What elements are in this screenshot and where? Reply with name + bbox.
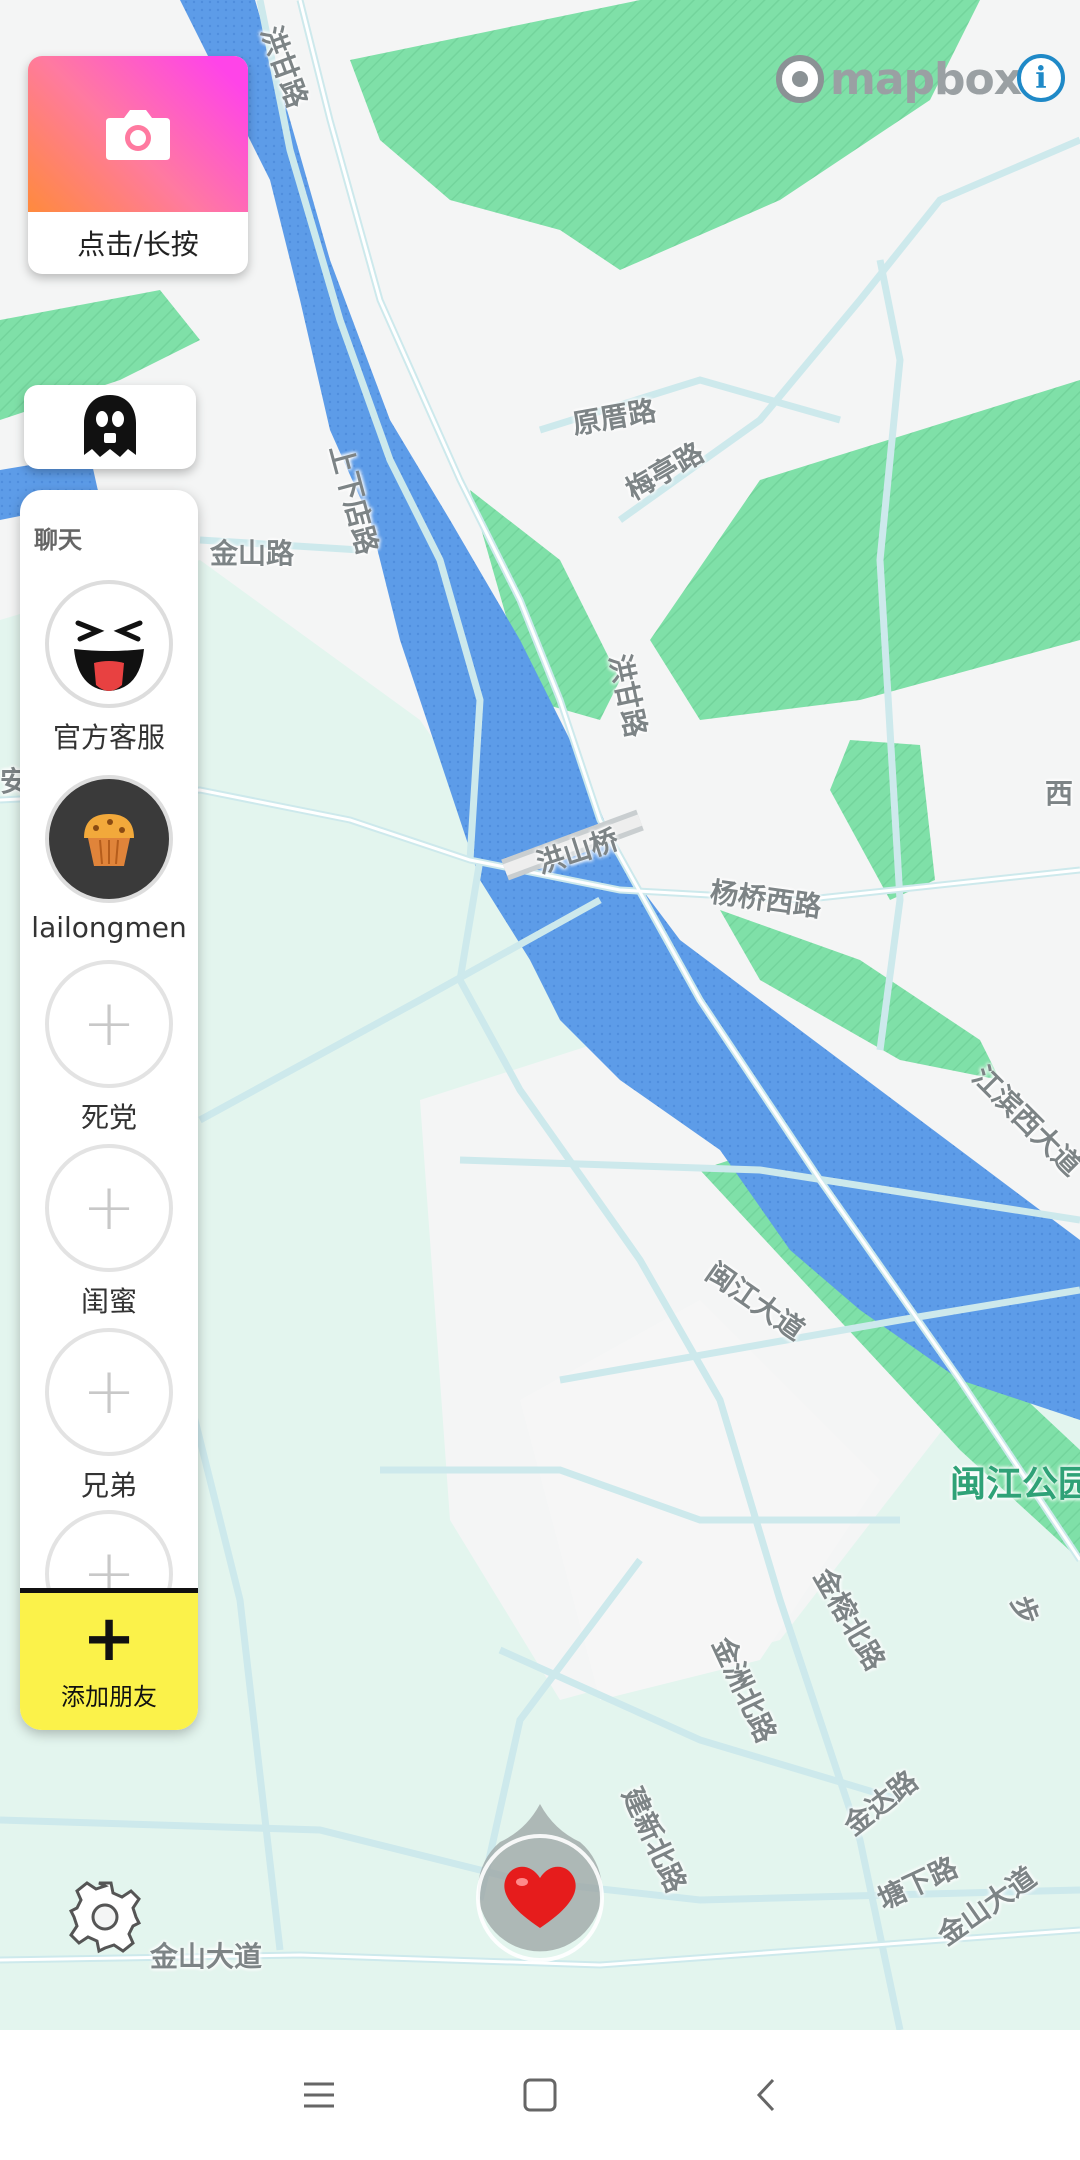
- friend-slot-best-friend[interactable]: + 死党: [20, 960, 198, 1136]
- friend-item-lailongmen[interactable]: lailongmen: [20, 775, 198, 944]
- map-label-jinshan: 金山路: [210, 537, 295, 570]
- camera-button[interactable]: 点击/长按: [28, 56, 248, 274]
- muffin-icon: [45, 775, 173, 903]
- info-icon[interactable]: i: [1017, 54, 1065, 102]
- friend-item-official-support[interactable]: 官方客服: [20, 580, 198, 756]
- heart-icon: [476, 1804, 604, 1962]
- home-icon[interactable]: [515, 2070, 565, 2120]
- ghost-button[interactable]: [24, 385, 196, 469]
- mapbox-attribution[interactable]: mapbox: [776, 50, 1022, 108]
- friend-slot-label: 死党: [80, 1101, 137, 1134]
- camera-gradient: [28, 56, 248, 212]
- mapbox-logo-icon: [776, 55, 824, 103]
- friend-name: lailongmen: [31, 911, 187, 944]
- heart-button[interactable]: [470, 1800, 610, 1970]
- friend-slot-bestie[interactable]: + 闺蜜: [20, 1144, 198, 1320]
- chat-title: 聊天: [34, 526, 82, 554]
- map-label-park: 闽江公园: [950, 1464, 1080, 1505]
- camera-icon: [106, 110, 170, 160]
- ghost-icon: [84, 395, 136, 457]
- friend-name: 官方客服: [52, 721, 165, 754]
- map-label-xi-partial: 西: [1045, 777, 1074, 810]
- add-friend-label: 添加朋友: [61, 1683, 157, 1711]
- plus-icon: +: [45, 960, 173, 1088]
- friend-slot-brother[interactable]: + 兄弟: [20, 1328, 198, 1504]
- menu-icon[interactable]: [294, 2070, 344, 2120]
- add-plus-icon: +: [82, 1602, 136, 1676]
- friends-panel[interactable]: 聊天 官方客服 lailongmen + 死党 + 闺蜜 + 兄弟 + + 添加…: [20, 490, 198, 1730]
- gear-icon: [68, 1881, 142, 1954]
- friend-slot-label: 闺蜜: [80, 1285, 137, 1318]
- camera-label: 点击/长按: [77, 228, 199, 261]
- add-friend-button[interactable]: + 添加朋友: [20, 1588, 198, 1730]
- plus-icon: +: [45, 1144, 173, 1272]
- settings-button[interactable]: [68, 1880, 142, 1954]
- mapbox-wordmark: mapbox: [830, 53, 1022, 105]
- laughing-face-icon: [45, 580, 173, 708]
- plus-icon: +: [45, 1328, 173, 1456]
- map-label-jinshan-ave: 金山大道: [150, 1940, 263, 1973]
- friend-slot-label: 兄弟: [80, 1469, 137, 1502]
- back-icon[interactable]: [742, 2070, 792, 2120]
